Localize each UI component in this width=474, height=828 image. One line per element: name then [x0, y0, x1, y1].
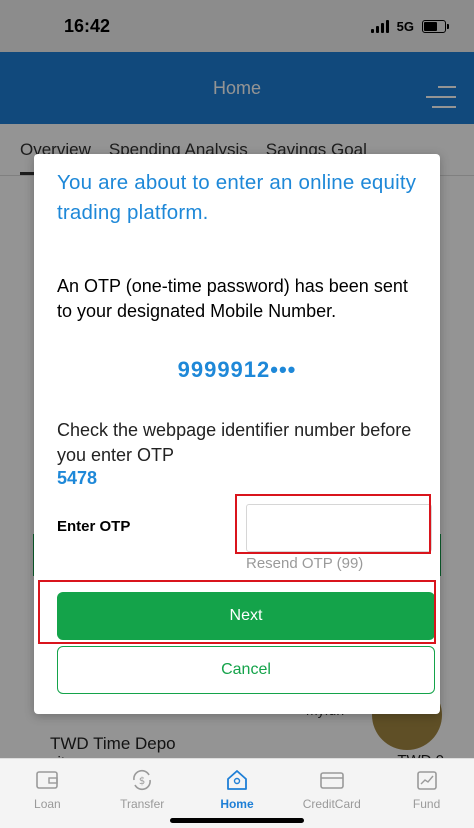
nav-label-home: Home [220, 797, 254, 811]
dialog-heading: You are about to enter an online equity … [57, 171, 417, 224]
nav-item-fund[interactable]: Fund [387, 767, 467, 811]
home-indicator [170, 818, 304, 823]
nav-label-transfer: Transfer [120, 797, 165, 811]
webpage-identifier: 5478 [57, 468, 98, 488]
svg-text:$: $ [139, 776, 145, 787]
nav-item-home[interactable]: Home [197, 767, 277, 811]
otp-input[interactable] [246, 504, 432, 552]
nav-label-fund: Fund [412, 797, 441, 811]
otp-label: Enter OTP [57, 518, 131, 535]
next-button[interactable]: Next [57, 592, 435, 640]
home-icon [227, 770, 247, 790]
otp-dialog: You are about to enter an online equity … [34, 154, 440, 714]
masked-mobile-number: 9999912••• [177, 357, 297, 382]
otp-sent-message: An OTP (one-time password) has been sent… [57, 276, 408, 321]
wallet-icon [36, 771, 59, 789]
nav-item-transfer[interactable]: $ Transfer [102, 767, 182, 811]
nav-label-loan: Loan [34, 797, 61, 811]
resend-otp-link[interactable]: Resend OTP (99) [246, 555, 363, 572]
transfer-icon: $ [133, 769, 152, 791]
nav-item-creditcard[interactable]: CreditCard [292, 767, 372, 811]
nav-label-creditcard: CreditCard [302, 797, 361, 811]
nav-item-loan[interactable]: Loan [7, 767, 87, 811]
identifier-instruction: Check the webpage identifier number befo… [57, 420, 412, 465]
fund-icon [416, 771, 437, 790]
cancel-button[interactable]: Cancel [57, 646, 435, 694]
credit-card-icon [319, 772, 344, 789]
